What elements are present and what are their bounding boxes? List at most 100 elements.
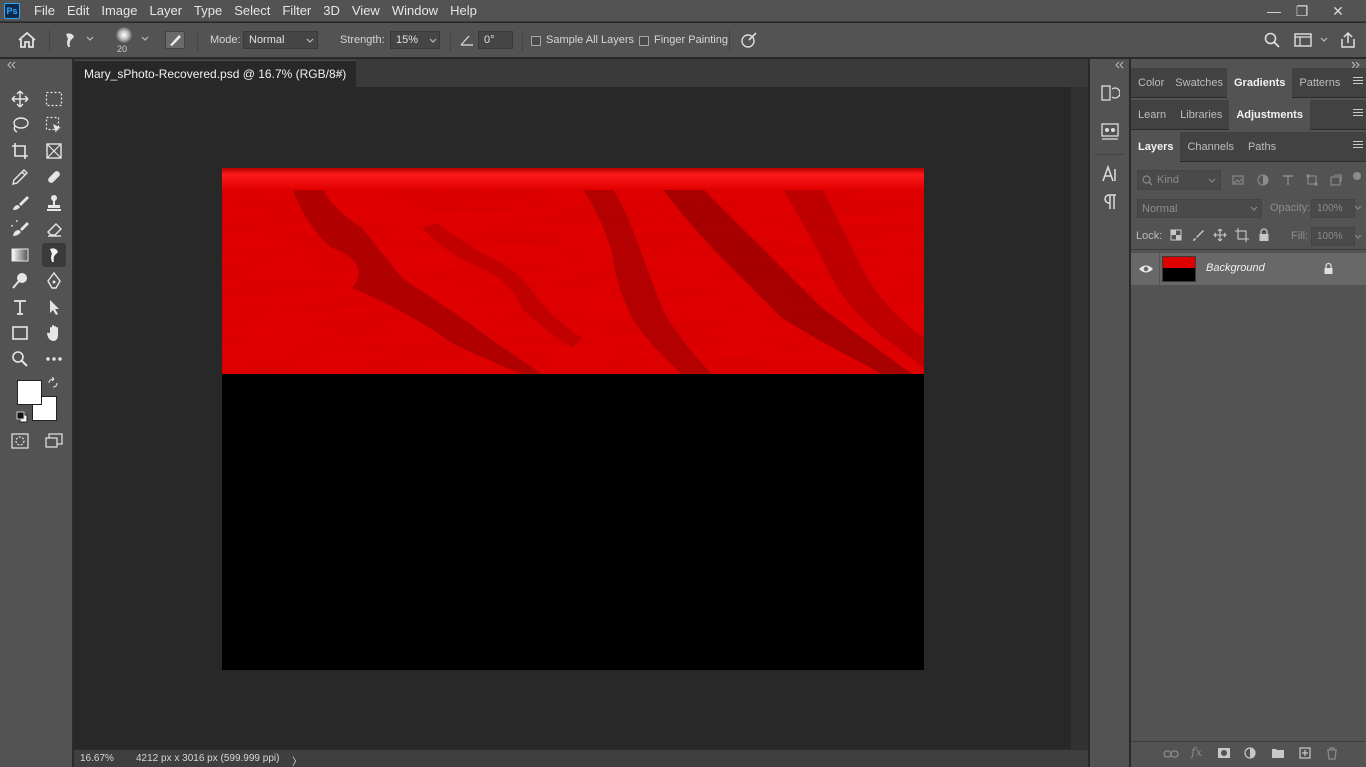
layer-row-background[interactable]: Background [1131, 253, 1366, 285]
swap-colors-icon[interactable] [47, 377, 59, 389]
more-tools-icon[interactable] [42, 347, 66, 371]
eyedropper-tool-icon[interactable] [8, 165, 32, 189]
chevron-down-icon[interactable] [141, 36, 149, 42]
collapse-toolbar-icon[interactable] [6, 61, 16, 69]
zoom-tool-icon[interactable] [8, 347, 32, 371]
menu-edit[interactable]: Edit [61, 0, 95, 22]
rectangle-tool-icon[interactable] [8, 321, 32, 345]
panel-menu-icon[interactable] [1353, 109, 1363, 119]
home-icon[interactable] [17, 31, 37, 49]
layer-name[interactable]: Background [1206, 262, 1265, 274]
move-tool-icon[interactable] [8, 87, 32, 111]
lock-artboard-icon[interactable] [1235, 228, 1249, 242]
close-tab-icon[interactable]: × [336, 66, 343, 80]
chevron-down-icon[interactable] [1354, 234, 1362, 240]
status-menu-arrow[interactable]: 〉 [292, 753, 302, 767]
new-group-icon[interactable] [1271, 747, 1285, 759]
menu-3d[interactable]: 3D [317, 0, 346, 22]
menu-view[interactable]: View [346, 0, 386, 22]
brush-settings-icon[interactable] [165, 31, 185, 49]
tab-adjustments[interactable]: Adjustments [1229, 100, 1310, 130]
menu-file[interactable]: File [28, 0, 61, 22]
finger-painting-checkbox[interactable] [639, 36, 649, 46]
panel-menu-icon[interactable] [1353, 141, 1363, 151]
marquee-tool-icon[interactable] [42, 87, 66, 111]
smudge-tool-preset-icon[interactable] [62, 31, 80, 49]
filter-type-icon[interactable] [1282, 174, 1294, 186]
filter-adjustment-icon[interactable] [1257, 174, 1269, 186]
foreground-color-swatch[interactable] [17, 380, 42, 405]
link-layers-icon[interactable] [1163, 748, 1179, 760]
history-brush-tool-icon[interactable] [8, 217, 32, 241]
type-tool-icon[interactable] [8, 295, 32, 319]
adjustment-layer-icon[interactable] [1244, 747, 1256, 759]
share-icon[interactable] [1339, 31, 1357, 49]
quick-mask-icon[interactable] [8, 429, 32, 453]
menu-filter[interactable]: Filter [276, 0, 317, 22]
chevron-down-icon[interactable] [1320, 37, 1328, 43]
filter-shape-icon[interactable] [1306, 174, 1318, 186]
frame-tool-icon[interactable] [42, 139, 66, 163]
tab-color[interactable]: Color [1131, 68, 1171, 98]
tab-paths[interactable]: Paths [1241, 132, 1283, 162]
tab-patterns[interactable]: Patterns [1292, 68, 1347, 98]
paragraph-panel-icon[interactable] [1101, 193, 1119, 211]
filter-toggle-icon[interactable] [1353, 172, 1361, 180]
pressure-icon[interactable] [740, 31, 758, 49]
menu-layer[interactable]: Layer [144, 0, 189, 22]
object-selection-tool-icon[interactable] [42, 113, 66, 137]
brush-preview-icon[interactable] [116, 27, 132, 43]
panel-menu-icon[interactable] [1353, 77, 1363, 87]
path-selection-tool-icon[interactable] [42, 295, 66, 319]
crop-tool-icon[interactable] [8, 139, 32, 163]
tab-swatches[interactable]: Swatches [1171, 68, 1227, 98]
new-layer-icon[interactable] [1299, 747, 1311, 759]
fill-field[interactable]: 100% [1311, 227, 1355, 246]
menu-help[interactable]: Help [444, 0, 483, 22]
lock-all-icon[interactable] [1258, 228, 1270, 242]
delete-layer-icon[interactable] [1326, 747, 1338, 760]
tab-channels[interactable]: Channels [1180, 132, 1240, 162]
strength-field[interactable]: 15% [390, 31, 440, 49]
filter-smart-object-icon[interactable] [1330, 174, 1342, 186]
document-image[interactable] [222, 168, 924, 670]
character-panel-icon[interactable] [1101, 165, 1119, 183]
gradient-tool-icon[interactable] [8, 243, 32, 267]
blend-mode-select[interactable]: Normal [1137, 199, 1262, 218]
smudge-tool-icon[interactable] [42, 243, 66, 267]
menu-image[interactable]: Image [95, 0, 143, 22]
lock-image-pixels-icon[interactable] [1192, 229, 1204, 241]
tab-libraries[interactable]: Libraries [1173, 100, 1229, 130]
workspace-icon[interactable] [1294, 33, 1312, 47]
default-colors-icon[interactable] [16, 411, 28, 423]
lock-transparent-pixels-icon[interactable] [1170, 229, 1182, 241]
dodge-tool-icon[interactable] [8, 269, 32, 293]
vertical-scrollbar[interactable] [1071, 87, 1088, 749]
clone-stamp-tool-icon[interactable] [42, 191, 66, 215]
add-mask-icon[interactable] [1217, 747, 1231, 759]
properties-panel-icon[interactable] [1100, 121, 1120, 141]
collapse-strip-icon[interactable] [1114, 61, 1124, 69]
lock-position-icon[interactable] [1213, 228, 1227, 242]
sample-all-layers-checkbox[interactable] [531, 36, 541, 46]
history-panel-icon[interactable] [1100, 83, 1120, 103]
chevron-down-icon[interactable] [86, 36, 94, 42]
pen-tool-icon[interactable] [42, 269, 66, 293]
eraser-tool-icon[interactable] [42, 217, 66, 241]
menu-select[interactable]: Select [228, 0, 276, 22]
tab-gradients[interactable]: Gradients [1227, 68, 1293, 98]
menu-type[interactable]: Type [188, 0, 228, 22]
document-tab[interactable]: Mary_sPhoto-Recovered.psd @ 16.7% (RGB/8… [74, 60, 356, 87]
restore-button[interactable]: ❐ [1284, 0, 1320, 22]
tab-layers[interactable]: Layers [1131, 132, 1181, 162]
lasso-tool-icon[interactable] [8, 113, 32, 137]
hand-tool-icon[interactable] [42, 321, 66, 345]
opacity-field[interactable]: 100% [1311, 199, 1355, 218]
visibility-eye-icon[interactable] [1138, 263, 1154, 275]
chevron-down-icon[interactable] [1354, 205, 1362, 211]
close-window-button[interactable]: ✕ [1320, 0, 1356, 22]
screen-mode-icon[interactable] [42, 429, 66, 453]
tab-learn[interactable]: Learn [1131, 100, 1173, 130]
angle-field[interactable]: 0° [478, 31, 513, 49]
menu-window[interactable]: Window [386, 0, 444, 22]
